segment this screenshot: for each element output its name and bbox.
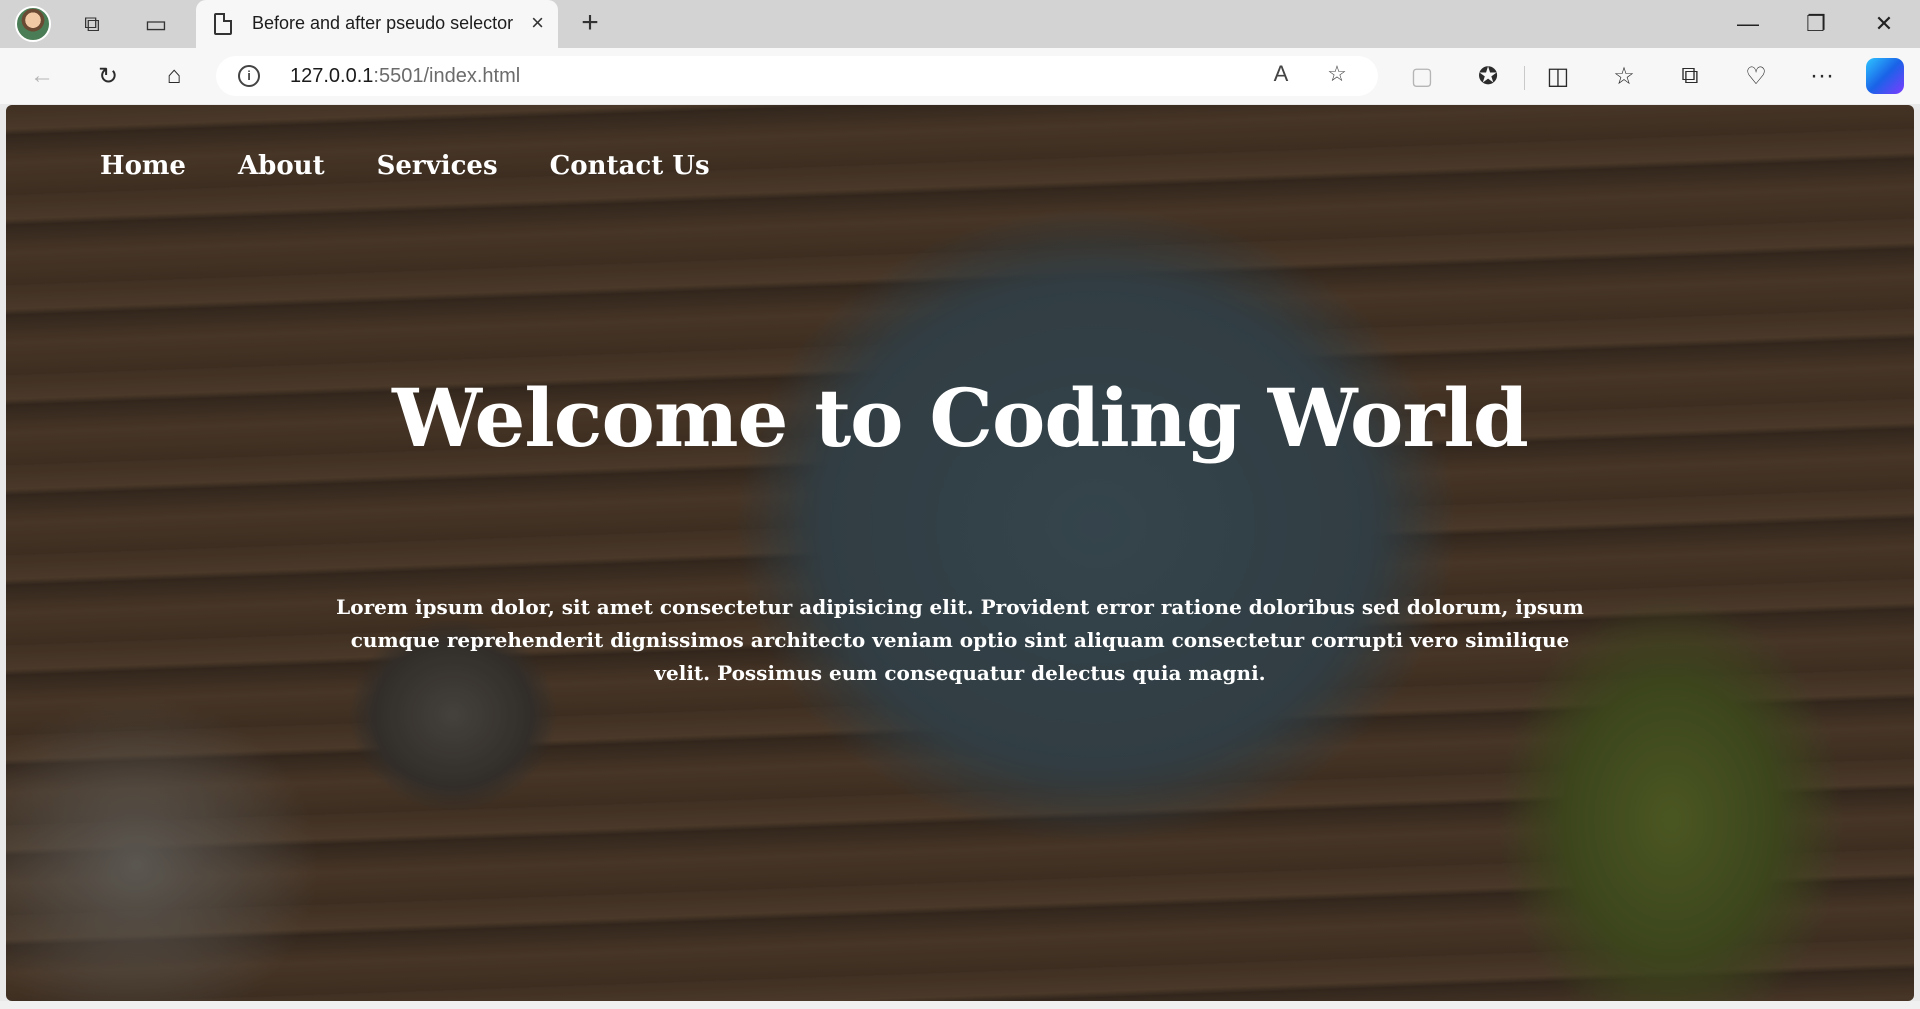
extensions-icon[interactable]: ✪ [1468, 58, 1508, 94]
new-tab-button[interactable]: + [570, 6, 610, 42]
vertical-tabs-icon[interactable]: ▭ [136, 6, 176, 42]
browser-toolbar: ← ↻ ⌂ i 127.0.0.1:5501/index.html A ☆ ▢ … [0, 48, 1920, 104]
collections-icon[interactable]: ⧉ [1670, 58, 1710, 94]
favorite-star-icon[interactable]: ☆ [1322, 61, 1352, 87]
title-bar: ⧉ ▭ Before and after pseudo selector × +… [0, 0, 1920, 48]
restore-button[interactable]: ❐ [1782, 0, 1850, 48]
nav-contact-us[interactable]: Contact Us [550, 151, 710, 181]
active-tab[interactable]: Before and after pseudo selector × [196, 0, 558, 48]
close-tab-icon[interactable]: × [531, 11, 544, 35]
hero-paragraph: Lorem ipsum dolor, sit amet consectetur … [336, 595, 1584, 685]
avatar-image [15, 6, 51, 42]
profile-avatar[interactable] [12, 6, 54, 42]
site-info-icon[interactable]: i [238, 65, 260, 87]
page-hero: Home About Services Contact Us Welcome t… [6, 105, 1914, 1001]
hero-background-image [6, 105, 1914, 1001]
extension-box-icon[interactable]: ▢ [1402, 58, 1442, 94]
window-bottom-edge [0, 1001, 1920, 1009]
url-text[interactable]: 127.0.0.1:5501/index.html [290, 65, 520, 88]
address-bar[interactable]: i 127.0.0.1:5501/index.html A ☆ [216, 56, 1378, 96]
url-path: :5501/index.html [373, 65, 521, 87]
workspaces-icon[interactable]: ⧉ [72, 6, 112, 42]
minimize-button[interactable]: — [1714, 0, 1782, 48]
nav-services[interactable]: Services [377, 151, 498, 181]
refresh-icon[interactable]: ↻ [88, 58, 128, 94]
split-screen-icon[interactable]: ◫ [1538, 58, 1578, 94]
nav-about[interactable]: About [238, 151, 325, 181]
read-aloud-icon[interactable]: A [1266, 61, 1296, 87]
hero-title: Welcome to Coding World [392, 371, 1529, 465]
toolbar-divider [1524, 66, 1525, 90]
favorites-icon[interactable]: ☆ [1604, 58, 1644, 94]
more-menu-icon[interactable]: ··· [1802, 58, 1842, 94]
page-icon [214, 13, 232, 35]
back-icon[interactable]: ← [22, 58, 62, 94]
tab-title: Before and after pseudo selector [252, 13, 514, 33]
url-host: 127.0.0.1 [290, 65, 374, 87]
browser-essentials-icon[interactable]: ♡ [1736, 58, 1776, 94]
nav-home[interactable]: Home [100, 151, 186, 181]
copilot-icon[interactable] [1866, 58, 1904, 94]
home-icon[interactable]: ⌂ [154, 58, 194, 94]
site-nav: Home About Services Contact Us [100, 151, 762, 181]
close-window-button[interactable]: ✕ [1850, 0, 1918, 48]
